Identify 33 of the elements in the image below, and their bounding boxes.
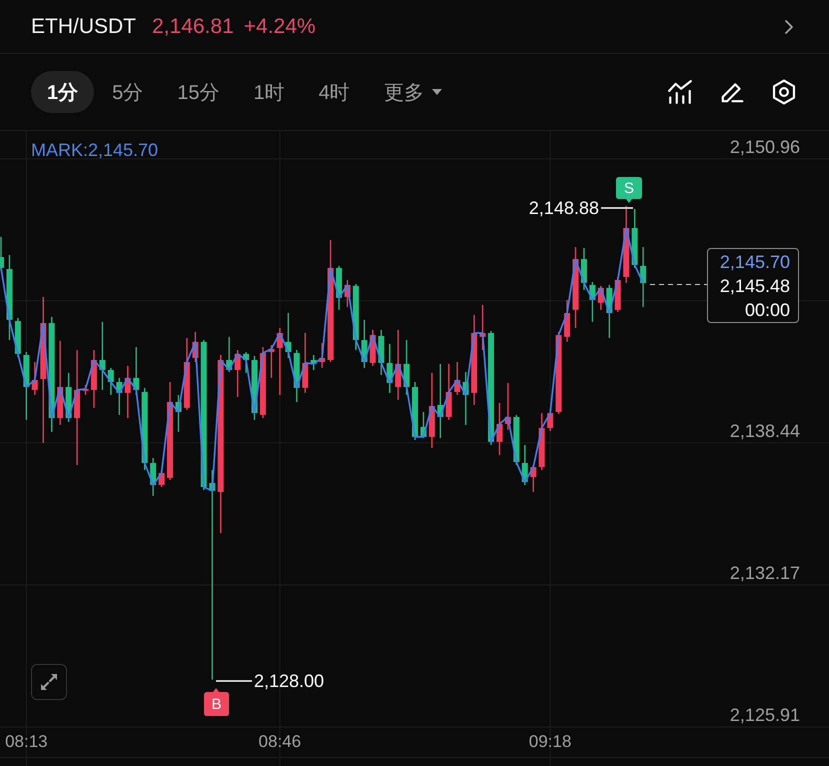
price-axis-label: 2,125.91 <box>730 705 800 726</box>
price-axis-label: 2,132.17 <box>730 563 800 584</box>
price-axis-label: 2,150.96 <box>730 136 800 158</box>
leader-line <box>601 207 633 209</box>
price-axis-label: 2,138.44 <box>730 420 800 442</box>
expand-icon <box>39 672 59 692</box>
price-change: +4.24% <box>244 14 316 38</box>
last-price-value: 2,145.48 <box>720 274 790 298</box>
mark-price: 2,145.70 <box>720 250 790 274</box>
high-price-label: 2,148.88 <box>528 198 599 218</box>
buy-marker: B <box>204 688 229 716</box>
time-axis-label: 08:46 <box>258 732 302 752</box>
time-axis-label: 08:13 <box>4 732 49 752</box>
interval-tab[interactable]: 5分 <box>96 71 160 113</box>
time-axis-label: 09:18 <box>528 732 572 752</box>
more-dropdown[interactable]: 更多 <box>368 71 458 113</box>
leader-line <box>216 680 252 682</box>
mark-price-label: MARK:2,145.70 <box>31 140 158 161</box>
indicators-icon[interactable] <box>667 79 693 105</box>
caret-icon <box>432 89 442 95</box>
last-price: 2,146.81 <box>152 14 234 38</box>
settings-icon[interactable] <box>771 79 797 105</box>
trading-pair: ETH/USDT <box>31 14 136 38</box>
countdown-timer: 00:00 <box>744 298 790 322</box>
interval-tab[interactable]: 1时 <box>238 71 301 113</box>
expand-button[interactable] <box>31 664 67 700</box>
sell-marker: S <box>616 177 642 203</box>
interval-tab[interactable]: 4时 <box>302 71 366 113</box>
interval-tab[interactable]: 15分 <box>161 71 236 113</box>
interval-tab[interactable]: 1分 <box>31 71 94 113</box>
low-price-label: 2,128.00 <box>254 671 324 691</box>
chevron-right-icon[interactable] <box>784 18 794 34</box>
last-price-line <box>650 284 708 285</box>
